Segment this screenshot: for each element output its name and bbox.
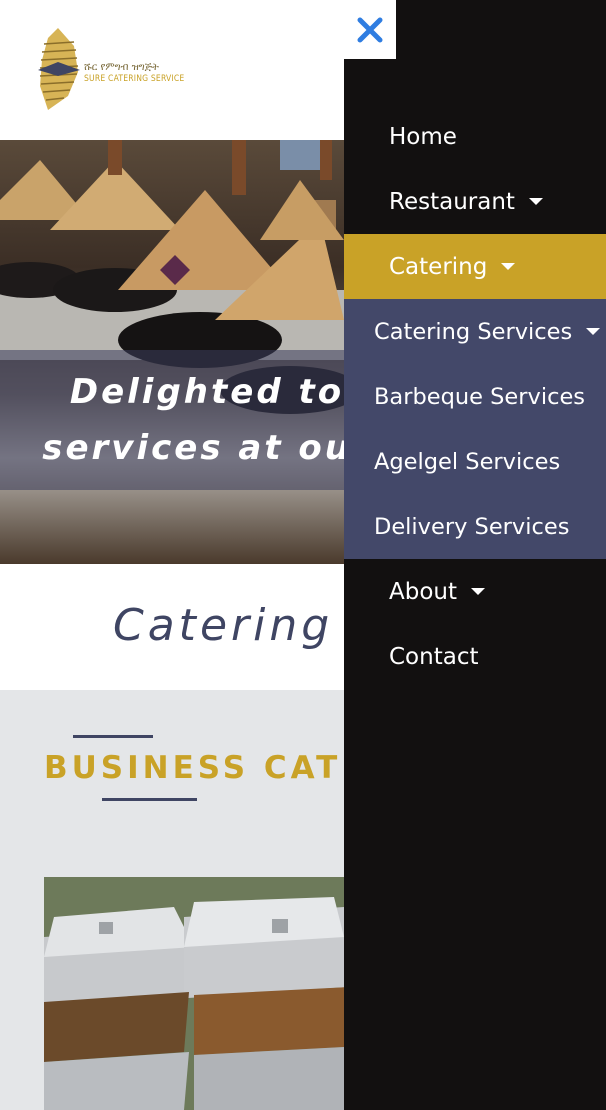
title-rule-top	[73, 735, 153, 738]
section-title: Catering S	[113, 600, 384, 651]
submenu-item-delivery-services[interactable]: Delivery Services	[344, 494, 606, 559]
submenu-item-label: Barbeque Services	[374, 383, 586, 410]
submenu-item-barbeque-services[interactable]: Barbeque Services	[344, 364, 606, 429]
chafing-dish-photo	[44, 877, 364, 1110]
chafing-dish-illustration	[44, 877, 364, 1110]
caret-down-icon[interactable]	[501, 263, 516, 270]
site-logo[interactable]: ሹር የምግብ ዝግጅት SURE CATERING SERVICE	[34, 26, 184, 116]
catering-submenu-wrap: Catering Services Barbeque Services Agel…	[344, 299, 606, 559]
business-catering-title: BUSINESS CATER	[44, 750, 395, 786]
title-rule-bottom	[102, 798, 197, 801]
submenu-item-catering-services[interactable]: Catering Services	[344, 299, 606, 364]
mobile-nav-drawer: Home Restaurant Catering Catering Servic…	[344, 0, 606, 1110]
close-icon	[357, 17, 383, 42]
submenu-item-label: Agelgel Services	[374, 448, 561, 475]
menu-item-about[interactable]: About	[344, 559, 606, 624]
submenu-item-label: Catering Services	[374, 318, 573, 345]
menu-item-restaurant[interactable]: Restaurant	[344, 169, 606, 234]
caret-down-icon[interactable]	[528, 198, 543, 205]
menu-item-home[interactable]: Home	[344, 104, 606, 169]
drawer-menu: Home Restaurant Catering Catering Servic…	[344, 104, 606, 689]
basket-logo-icon	[38, 28, 80, 110]
menu-item-label: About	[389, 578, 458, 605]
catering-submenu: Catering Services Barbeque Services Agel…	[344, 299, 606, 559]
caret-down-icon[interactable]	[471, 588, 486, 595]
close-menu-button[interactable]	[344, 0, 396, 59]
menu-item-label: Contact	[389, 643, 479, 670]
menu-item-label: Restaurant	[389, 188, 515, 215]
logo-english-text: SURE CATERING SERVICE	[84, 74, 185, 84]
caret-down-icon[interactable]	[586, 328, 601, 335]
submenu-item-label: Delivery Services	[374, 513, 570, 540]
logo-amharic-text: ሹር የምግብ ዝግጅት	[84, 62, 159, 73]
menu-item-catering[interactable]: Catering	[344, 234, 606, 299]
menu-item-label: Home	[389, 123, 457, 150]
submenu-item-agelgel-services[interactable]: Agelgel Services	[344, 429, 606, 494]
menu-item-label: Catering	[389, 253, 488, 280]
menu-item-contact[interactable]: Contact	[344, 624, 606, 689]
